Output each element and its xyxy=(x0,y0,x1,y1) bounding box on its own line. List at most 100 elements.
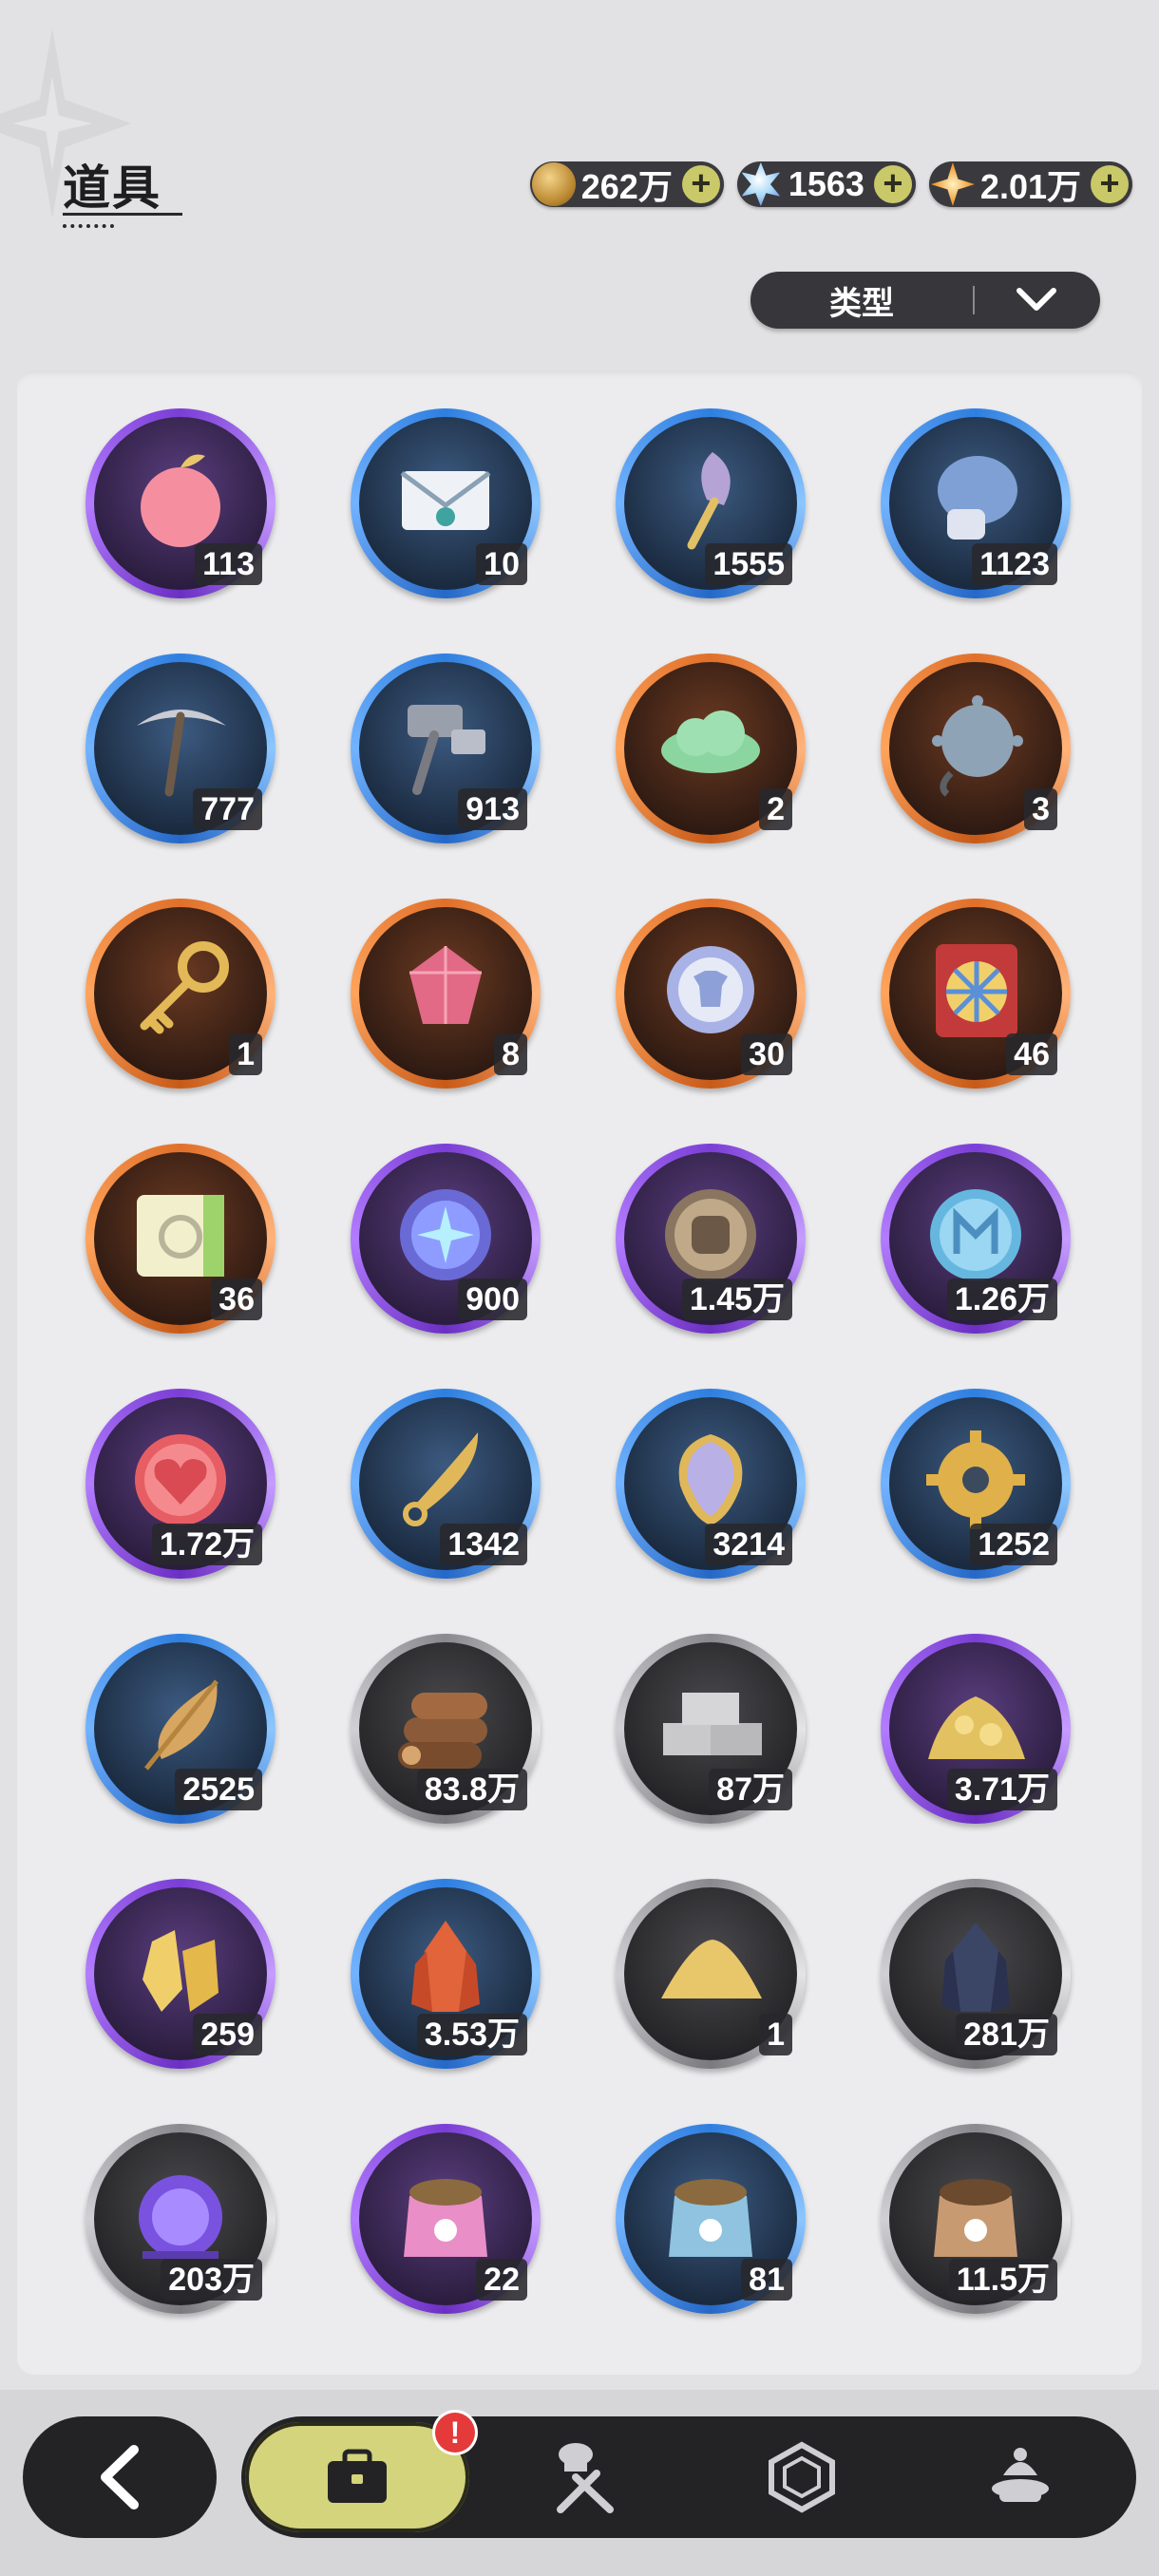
inventory-item[interactable]: 81 xyxy=(616,2124,806,2314)
purple-orb-icon xyxy=(139,2175,222,2259)
inventory-grid: 113 10 1555 1123 777 913 2 3 1 8 30 46 36 900 1.45万 1.2… xyxy=(86,408,1074,2314)
gold-coin-icon xyxy=(531,162,576,206)
shirt-coin-icon xyxy=(667,946,754,1033)
inventory-item[interactable]: 777 xyxy=(86,653,276,843)
tab-items[interactable]: ! xyxy=(245,2413,475,2532)
blue-medal-icon xyxy=(930,1189,1021,1280)
inventory-item[interactable]: 900 xyxy=(351,1144,541,1334)
item-count: 22 xyxy=(476,2259,527,2301)
item-count: 281万 xyxy=(956,2014,1057,2055)
pickaxe-icon xyxy=(137,710,226,797)
item-count: 1 xyxy=(759,2014,792,2055)
item-count: 777 xyxy=(193,788,262,830)
item-count: 83.8万 xyxy=(416,1769,527,1810)
inventory-item[interactable]: 10 xyxy=(351,408,541,598)
golden-leaf-icon xyxy=(144,1679,218,1771)
inventory-item[interactable]: 87万 xyxy=(616,1634,806,1824)
rainbow-ticket-icon xyxy=(137,1195,224,1277)
inventory-item[interactable]: 2 xyxy=(616,653,806,843)
item-count: 3 xyxy=(1024,788,1057,830)
bag-icon xyxy=(328,2449,387,2503)
inventory-item[interactable]: 1555 xyxy=(616,408,806,598)
inventory-item[interactable]: 113 xyxy=(86,408,276,598)
inventory-item[interactable]: 1123 xyxy=(881,408,1071,598)
tab-gems[interactable] xyxy=(716,2416,887,2538)
pink-food-bag-icon xyxy=(404,2179,487,2257)
inventory-item[interactable]: 22 xyxy=(351,2124,541,2314)
wheel-ticket-icon xyxy=(936,944,1017,1037)
item-count: 30 xyxy=(741,1033,792,1075)
add-gold-button[interactable]: + xyxy=(681,165,720,203)
heart-coin-icon xyxy=(135,1434,226,1525)
item-count: 1.26万 xyxy=(946,1279,1057,1320)
item-count: 3.71万 xyxy=(946,1769,1057,1810)
currency-crystal: 1563 + xyxy=(736,161,916,207)
inventory-item[interactable]: 1342 xyxy=(351,1389,541,1579)
shovel-icon xyxy=(687,452,731,550)
item-count: 2525 xyxy=(175,1769,262,1810)
item-count: 1 xyxy=(229,1033,262,1075)
currency-gold: 262万 + xyxy=(529,161,724,207)
gear-icon xyxy=(926,1430,1025,1529)
inventory-item[interactable]: 3214 xyxy=(616,1389,806,1579)
inventory-item[interactable]: 36 xyxy=(86,1144,276,1334)
inventory-item[interactable]: 1.26万 xyxy=(881,1144,1071,1334)
item-count: 203万 xyxy=(161,2259,262,2301)
inventory-item[interactable]: 83.8万 xyxy=(351,1634,541,1824)
inventory-item[interactable]: 3 xyxy=(881,653,1071,843)
tab-chef-tools[interactable] xyxy=(500,2416,671,2538)
chef-tools-icon xyxy=(557,2443,614,2513)
inventory-item[interactable]: 30 xyxy=(616,899,806,1089)
inventory-item[interactable]: 913 xyxy=(351,653,541,843)
item-count: 10 xyxy=(476,543,527,585)
inventory-item[interactable]: 1 xyxy=(86,899,276,1089)
item-count: 1.45万 xyxy=(681,1279,792,1320)
gold-crystal-icon xyxy=(142,1930,218,2012)
inventory-item[interactable]: 3.53万 xyxy=(351,1879,541,2069)
sand-pile-icon xyxy=(661,1940,762,1998)
item-count: 46 xyxy=(1006,1033,1057,1075)
spiked-ball-icon xyxy=(932,695,1023,797)
item-count: 2 xyxy=(759,788,792,830)
item-count: 1.72万 xyxy=(151,1524,262,1565)
currency-star-value: 2.01万 xyxy=(979,167,1081,206)
inventory-item[interactable]: 11.5万 xyxy=(881,2124,1071,2314)
boxing-glove-icon xyxy=(938,456,1017,540)
inventory-item[interactable]: 1 xyxy=(616,1879,806,2069)
item-count: 1342 xyxy=(440,1524,527,1565)
item-count: 1123 xyxy=(972,543,1057,585)
title-underline xyxy=(63,213,182,216)
add-star-button[interactable]: + xyxy=(1091,165,1129,203)
inventory-item[interactable]: 8 xyxy=(351,899,541,1089)
tab-dessert[interactable] xyxy=(935,2416,1106,2538)
inventory-item[interactable]: 46 xyxy=(881,899,1071,1089)
page-title: 道具 xyxy=(63,161,162,215)
brown-food-bag-icon xyxy=(934,2179,1017,2257)
stone-bricks-icon xyxy=(663,1693,762,1755)
inventory-item[interactable]: 1.72万 xyxy=(86,1389,276,1579)
inventory-item[interactable]: 259 xyxy=(86,1879,276,2069)
blue-food-bag-icon xyxy=(669,2179,752,2257)
dragon-scale-icon xyxy=(678,1434,743,1525)
envelope-icon xyxy=(400,470,491,530)
fist-coin-icon xyxy=(665,1189,756,1280)
item-count: 11.5万 xyxy=(948,2259,1057,2301)
inventory-item[interactable]: 2525 xyxy=(86,1634,276,1824)
inventory-item[interactable]: 3.71万 xyxy=(881,1634,1071,1824)
currency-crystal-value: 1563 xyxy=(788,164,864,203)
chevron-down-icon xyxy=(975,287,1098,313)
golden-blade-icon xyxy=(403,1432,479,1526)
currency-star: 2.01万 + xyxy=(928,161,1132,207)
item-count: 259 xyxy=(193,2014,262,2055)
inventory-item[interactable]: 1252 xyxy=(881,1389,1071,1579)
inventory-item[interactable]: 281万 xyxy=(881,1879,1071,2069)
inventory-item[interactable]: 203万 xyxy=(86,2124,276,2314)
type-filter-dropdown[interactable]: 类型 xyxy=(750,272,1100,329)
add-crystal-button[interactable]: + xyxy=(873,165,912,203)
dessert-icon xyxy=(992,2448,1049,2502)
golden-key-icon xyxy=(140,941,229,1034)
alert-badge: ! xyxy=(435,2413,475,2453)
inventory-item[interactable]: 1.45万 xyxy=(616,1144,806,1334)
back-button[interactable] xyxy=(23,2416,217,2538)
item-count: 87万 xyxy=(709,1769,792,1810)
